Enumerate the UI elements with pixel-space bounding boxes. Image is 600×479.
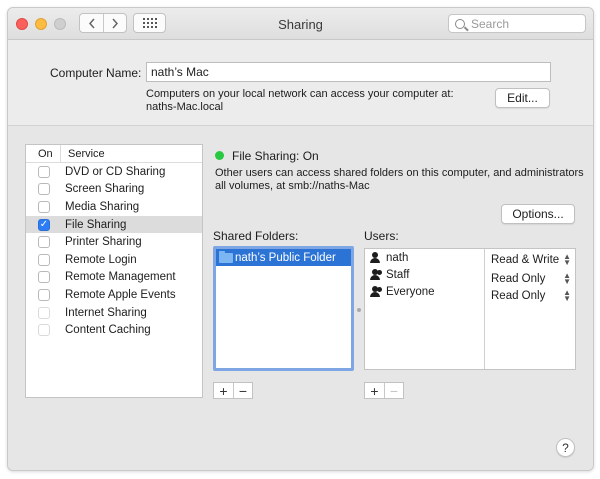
service-label: Content Caching: [65, 324, 151, 337]
search-icon: [455, 18, 465, 29]
user-row[interactable]: nath: [365, 249, 484, 266]
service-item[interactable]: DVD or CD Sharing: [26, 163, 202, 181]
shared-folders-label: Shared Folders:: [213, 229, 299, 243]
updown-chevron-icon: ▲ ▼: [563, 251, 571, 267]
sharing-window: Sharing Search Computer Name: nath’s Mac…: [7, 7, 594, 471]
everyone-icon: [369, 286, 383, 297]
search-placeholder: Search: [471, 16, 510, 31]
service-item[interactable]: Remote Login: [26, 251, 202, 269]
service-label: Remote Management: [65, 271, 176, 284]
users-add-remove: + −: [364, 382, 404, 399]
shared-folders-list[interactable]: nath’s Public Folder: [213, 246, 354, 371]
computer-name-help: Computers on your local network can acce…: [146, 88, 476, 114]
column-service[interactable]: Service: [60, 145, 105, 162]
service-checkbox[interactable]: [38, 271, 50, 284]
service-checkbox[interactable]: [38, 288, 50, 301]
service-checkbox[interactable]: [38, 236, 50, 249]
permission-value: Read Only: [491, 289, 546, 302]
service-label: Internet Sharing: [65, 306, 147, 319]
status-description: Other users can access shared folders on…: [215, 167, 585, 193]
user-icon: [369, 252, 383, 263]
title-bar: Sharing Search: [8, 8, 593, 40]
status-description-line1: Other users can access shared folders on…: [215, 167, 584, 179]
user-name: Staff: [386, 268, 410, 281]
service-label: Remote Login: [65, 253, 137, 266]
group-icon: [369, 269, 383, 280]
users-label: Users:: [364, 229, 399, 243]
column-on[interactable]: On: [26, 148, 60, 160]
user-name: Everyone: [386, 285, 435, 298]
user-row[interactable]: Everyone: [365, 283, 484, 300]
service-label: Printer Sharing: [65, 236, 142, 249]
service-item[interactable]: Screen Sharing: [26, 181, 202, 199]
service-item[interactable]: Internet Sharing: [26, 304, 202, 322]
service-checkbox[interactable]: [38, 253, 50, 266]
permission-value: Read Only: [491, 272, 546, 285]
users-name-column: nath Staff Everyone: [365, 249, 485, 369]
service-checkbox[interactable]: [38, 183, 50, 196]
service-list-header: On Service: [26, 145, 202, 163]
shared-folder-name: nath’s Public Folder: [235, 251, 336, 264]
service-item[interactable]: Content Caching: [26, 321, 202, 339]
status-indicator: [215, 151, 224, 160]
computer-name-label: Computer Name:: [50, 66, 142, 80]
service-checkbox[interactable]: [38, 165, 50, 178]
folder-icon: [219, 250, 233, 263]
service-checkbox[interactable]: [38, 324, 50, 337]
service-rows: DVD or CD Sharing Screen Sharing Media Sha…: [26, 163, 202, 339]
add-user-button[interactable]: +: [365, 383, 384, 399]
updown-chevron-icon: ▲ ▼: [563, 270, 571, 286]
computer-name-field[interactable]: nath’s Mac: [146, 62, 551, 82]
splitter-handle[interactable]: [357, 308, 361, 312]
permission-value: Read & Write: [491, 253, 560, 266]
options-button[interactable]: Options...: [501, 204, 575, 224]
service-label: File Sharing: [65, 218, 127, 231]
computer-name-local-address: naths-Mac.local: [146, 101, 224, 113]
search-field[interactable]: Search: [448, 14, 586, 33]
service-label: DVD or CD Sharing: [65, 165, 166, 178]
user-name: nath: [386, 251, 409, 264]
shared-folder-item[interactable]: nath’s Public Folder: [216, 249, 351, 266]
updown-chevron-icon: ▲ ▼: [563, 287, 571, 303]
service-item[interactable]: Media Sharing: [26, 198, 202, 216]
help-button[interactable]: ?: [556, 438, 575, 457]
permission-popup[interactable]: Read Only ▲ ▼: [491, 287, 575, 304]
shared-folders-add-remove: + −: [213, 382, 253, 399]
service-checkbox[interactable]: ✓: [38, 218, 50, 231]
user-row[interactable]: Staff: [365, 266, 484, 283]
remove-shared-folder-button[interactable]: −: [233, 383, 252, 399]
service-item[interactable]: ✓ File Sharing: [26, 215, 202, 234]
service-label: Screen Sharing: [65, 183, 145, 196]
status-text: File Sharing: On: [232, 149, 319, 163]
service-checkbox[interactable]: [38, 200, 50, 213]
service-label: Remote Apple Events: [65, 288, 176, 301]
computer-name-help-line1: Computers on your local network can acce…: [146, 88, 454, 100]
add-shared-folder-button[interactable]: +: [214, 383, 233, 399]
service-item[interactable]: Remote Apple Events: [26, 286, 202, 304]
edit-button[interactable]: Edit...: [495, 88, 550, 108]
service-label: Media Sharing: [65, 200, 140, 213]
service-list: On Service DVD or CD Sharing Screen Shari…: [25, 144, 203, 398]
service-item[interactable]: Remote Management: [26, 269, 202, 287]
service-item[interactable]: Printer Sharing: [26, 233, 202, 251]
permission-popup[interactable]: Read Only ▲ ▼: [491, 270, 575, 287]
service-checkbox[interactable]: [38, 306, 50, 319]
users-list[interactable]: nath Staff Everyone Read & Write ▲ ▼ Read…: [364, 248, 576, 370]
status-description-line2: all volumes, at smb://naths-Mac: [215, 180, 370, 192]
permission-popup[interactable]: Read & Write ▲ ▼: [491, 251, 575, 268]
remove-user-button[interactable]: −: [384, 383, 403, 399]
